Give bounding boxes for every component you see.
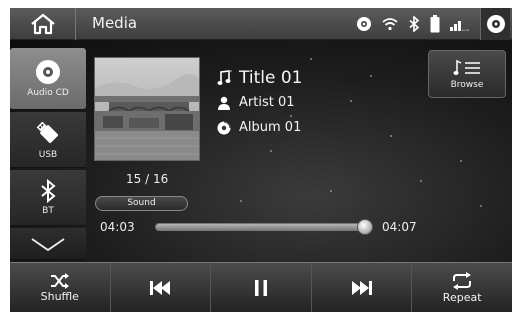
pause-icon xyxy=(254,279,267,296)
next-icon xyxy=(351,280,372,295)
track-title-row: Title 01 xyxy=(215,68,302,88)
browse-button[interactable]: Browse xyxy=(428,50,506,98)
total-time: 04:07 xyxy=(382,220,417,234)
album-name: Album 01 xyxy=(239,120,302,135)
shuffle-button[interactable]: Shuffle xyxy=(10,263,111,312)
source-label: USB xyxy=(38,150,58,160)
wifi-icon xyxy=(382,17,398,31)
music-note-icon xyxy=(215,70,233,86)
progress-bar[interactable] xyxy=(155,219,373,235)
sound-button[interactable]: Sound xyxy=(95,196,188,211)
bluetooth-icon xyxy=(41,179,56,203)
next-track-button[interactable] xyxy=(312,263,413,312)
top-bar: Media xyxy=(10,8,512,40)
usb-icon xyxy=(36,121,58,143)
track-position: 15 / 16 xyxy=(126,172,169,186)
source-sidebar: Audio CD USB BT xyxy=(10,48,86,260)
source-label: Audio CD xyxy=(27,88,69,98)
source-label: BT xyxy=(42,206,54,216)
source-audio-cd[interactable]: Audio CD xyxy=(10,48,86,110)
progress-fill xyxy=(156,224,365,230)
browse-label: Browse xyxy=(450,79,484,90)
shuffle-label: Shuffle xyxy=(40,289,79,303)
album-row: Album 01 xyxy=(215,120,301,135)
signal-icon xyxy=(450,17,470,31)
repeat-label: Repeat xyxy=(442,290,482,304)
power-button[interactable] xyxy=(480,8,510,40)
status-bar xyxy=(356,8,512,40)
power-icon xyxy=(486,15,505,33)
repeat-icon xyxy=(453,271,472,290)
album-disc-icon xyxy=(215,121,233,135)
repeat-button[interactable]: Repeat xyxy=(412,263,512,312)
elapsed-time: 04:03 xyxy=(100,220,135,234)
browse-list-icon xyxy=(453,59,480,75)
chevron-down-icon xyxy=(31,237,65,251)
playback-controls: Shuffle Repeat xyxy=(10,262,512,312)
disc-icon xyxy=(356,16,372,32)
source-bt[interactable]: BT xyxy=(10,170,86,226)
artist-icon xyxy=(215,96,233,110)
previous-track-button[interactable] xyxy=(111,263,212,312)
track-title: Title 01 xyxy=(239,68,303,88)
source-usb[interactable]: USB xyxy=(10,112,86,168)
artist-row: Artist 01 xyxy=(215,95,295,110)
album-art xyxy=(94,57,200,161)
progress-knob[interactable] xyxy=(356,219,373,235)
home-button[interactable] xyxy=(10,8,76,40)
home-icon xyxy=(30,13,55,35)
more-sources-button[interactable] xyxy=(10,228,86,260)
disc-icon xyxy=(36,60,60,84)
media-screen: Media Audio CD USB BT 15 / 16 Sound Titl… xyxy=(0,0,512,312)
screen-title: Media xyxy=(92,14,138,32)
battery-icon xyxy=(430,15,440,33)
pause-button[interactable] xyxy=(211,263,312,312)
bluetooth-icon xyxy=(408,16,420,32)
shuffle-icon xyxy=(50,272,69,289)
artist-name: Artist 01 xyxy=(239,95,295,110)
previous-icon xyxy=(150,280,171,295)
